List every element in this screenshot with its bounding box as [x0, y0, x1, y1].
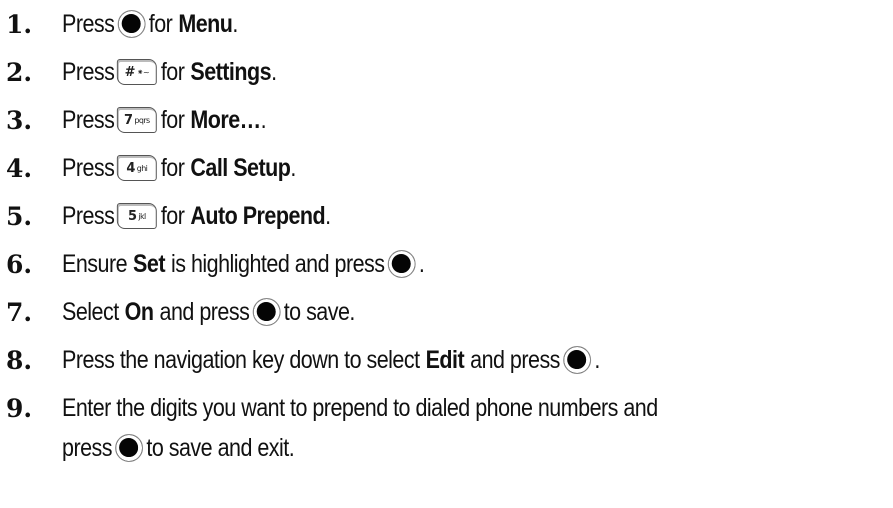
step-text: Press	[62, 153, 115, 182]
more-label: More…	[190, 105, 261, 134]
punctuation: .	[418, 249, 425, 278]
step-text: and press	[470, 345, 560, 374]
ok-key-icon	[115, 434, 144, 462]
punctuation: .	[232, 9, 238, 38]
step-text: Enter the digits you want to prepend to …	[62, 393, 658, 422]
auto-prepend-label: Auto Prepend	[190, 201, 326, 230]
key-letters: ⁕~	[136, 67, 150, 77]
step-number: 5.	[6, 201, 33, 231]
step-text: Press the navigation key down to select	[62, 345, 420, 374]
punctuation: .	[325, 201, 331, 230]
step-text: Select	[62, 297, 119, 326]
punctuation: .	[290, 153, 296, 182]
step-text: to save.	[283, 297, 356, 326]
key-letters: pqrs	[134, 115, 150, 125]
step-number: 8.	[6, 345, 33, 375]
punctuation: .	[260, 105, 267, 134]
punctuation: .	[594, 345, 600, 374]
menu-label: Menu	[178, 9, 233, 38]
step-number: 4.	[6, 153, 33, 183]
pound-key-icon: # ⁕~	[116, 59, 157, 85]
step-number: 2.	[6, 57, 33, 87]
step-text: Ensure	[62, 249, 128, 278]
step-number: 1.	[6, 9, 33, 39]
step-text: for	[160, 105, 185, 134]
step-text: Press	[62, 201, 115, 230]
key-letters: jkl	[138, 211, 146, 221]
step-text: Press	[62, 57, 115, 86]
punctuation: .	[271, 57, 277, 86]
seven-key-icon: 7 pqrs	[116, 107, 157, 133]
key-digit: #	[124, 64, 136, 80]
step-text: Press	[62, 105, 115, 134]
key-digit: 4	[126, 160, 135, 176]
step-text: for	[160, 201, 185, 230]
four-key-icon: 4 ghi	[116, 155, 157, 181]
ok-key-icon	[117, 10, 146, 38]
step-text: to save and exit.	[146, 433, 295, 462]
step-text: for	[160, 153, 185, 182]
ok-key-icon	[563, 346, 592, 374]
five-key-icon: 5 jkl	[116, 203, 157, 229]
key-digit: 5	[127, 208, 137, 224]
step-text: for	[160, 57, 185, 86]
step-text: press	[62, 433, 113, 462]
step-text: and press	[159, 297, 250, 326]
on-label: On	[124, 297, 154, 326]
ok-key-icon	[252, 298, 281, 326]
step-text: Press	[62, 9, 115, 38]
step-number: 6.	[6, 249, 33, 279]
set-label: Set	[133, 249, 165, 278]
step-number: 7.	[6, 297, 33, 327]
step-number: 3.	[6, 105, 33, 135]
key-letters: ghi	[136, 163, 148, 173]
call-setup-label: Call Setup	[190, 153, 291, 182]
settings-label: Settings	[190, 57, 272, 86]
edit-label: Edit	[425, 345, 465, 374]
ok-key-icon	[387, 250, 416, 278]
key-digit: 7	[123, 112, 133, 128]
step-number: 9.	[6, 393, 33, 423]
step-text: is highlighted and press	[170, 249, 385, 278]
step-text: for	[148, 9, 173, 38]
